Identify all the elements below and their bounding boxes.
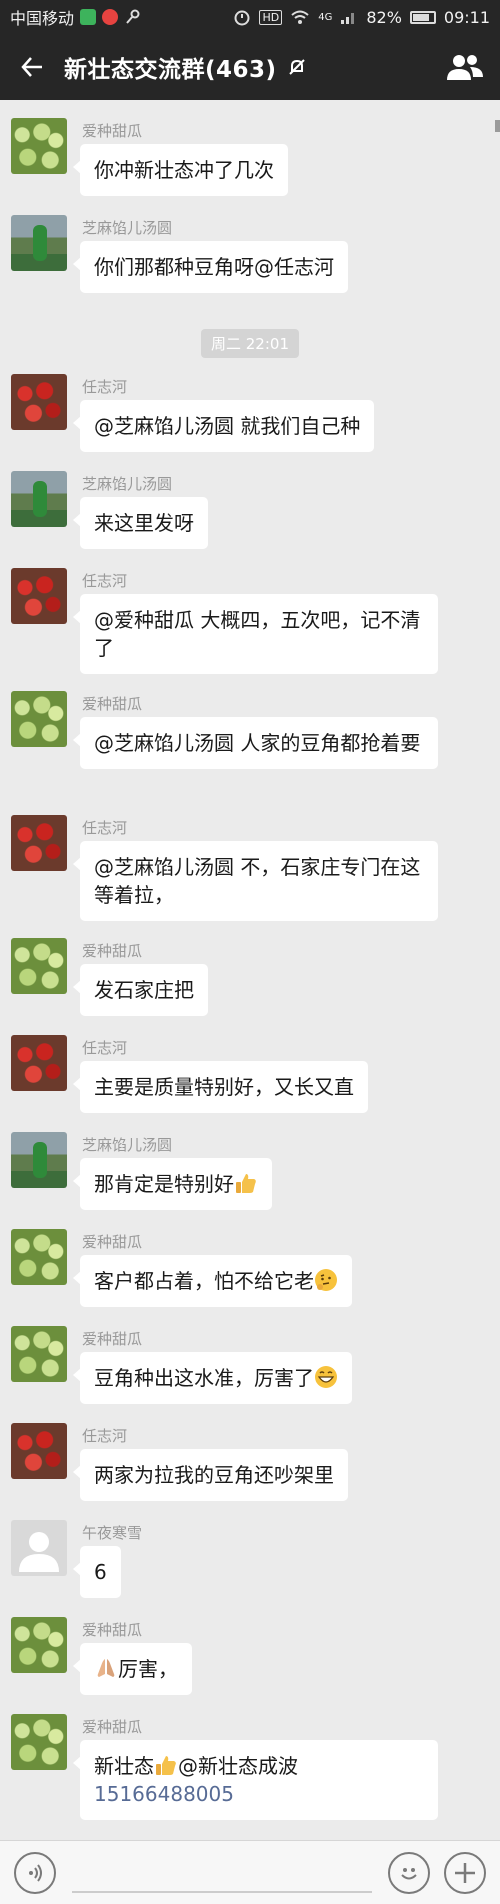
more-options-button[interactable] [444,1851,486,1894]
sender-name: 爱种甜瓜 [82,1330,143,1348]
sender-name: 爱种甜瓜 [82,1718,143,1736]
emoji-button[interactable] [388,1851,430,1894]
strawberry-avatar[interactable] [11,568,67,624]
sender-name: 任志河 [82,378,128,396]
group-members-icon [447,55,483,80]
signal-type-label: 4G [318,11,333,23]
carrier-label: 中国移动 [10,9,75,28]
melon-avatar[interactable] [11,1326,67,1382]
sender-name: 爱种甜瓜 [82,695,143,713]
input-toolbar [0,1840,500,1904]
voice-input-button[interactable] [14,1851,56,1894]
message-bubble[interactable]: 厉害， [73,1643,192,1695]
sender-name: 爱种甜瓜 [82,942,143,960]
mute-bell-icon [288,59,305,75]
person-silhouette-icon [19,1532,59,1572]
message-bubble[interactable]: 你们那都种豆角呀@任志河 [73,241,348,293]
title-bar: 新壮态交流群(463) [0,34,500,100]
sender-name: 爱种甜瓜 [82,1621,143,1639]
message-bubble[interactable]: 来这里发呀 [73,497,208,549]
message-bubble[interactable]: @爱种甜瓜 大概四，五次吧，记不清了 [73,594,438,674]
app-notification-icon [80,9,97,25]
folded-hands-emoji-icon [97,1659,115,1677]
thinking-face-emoji-icon [315,1269,337,1291]
melon-avatar[interactable] [11,691,67,747]
group-info-button[interactable] [430,34,500,100]
sender-name: 任志河 [82,819,128,837]
sender-name: 芝麻馅儿汤圆 [82,219,173,237]
message-bubble[interactable]: 你冲新壮态冲了几次 [73,144,288,196]
back-button[interactable] [0,34,64,100]
melon-avatar[interactable] [11,1617,67,1673]
time-divider: 周二 22:01 [201,329,299,358]
message-text: 豆角种出这水准，厉害了 [94,1366,314,1390]
message-bubble[interactable]: 发石家庄把 [73,964,208,1016]
melon-avatar[interactable] [11,118,67,174]
back-arrow-icon [21,57,42,77]
plus-icon [455,1862,475,1883]
melon-avatar[interactable] [11,1714,67,1770]
sender-name: 芝麻馅儿汤圆 [82,475,173,493]
message-text: 客户都占着，怕不给它老 [94,1269,314,1293]
message-text: 厉害， [118,1657,178,1681]
message-bubble[interactable]: 那肯定是特别好 [73,1158,272,1210]
message-bubble[interactable]: 主要是质量特别好，又长又直 [73,1061,368,1113]
message-bubble[interactable]: 客户都占着，怕不给它老 [73,1255,352,1307]
thumbs-up-emoji-icon [156,1756,176,1775]
strawberry-avatar[interactable] [11,1035,67,1091]
message-bubble[interactable]: @芝麻馅儿汤圆 就我们自己种 [72,400,375,452]
message-bubble[interactable]: @芝麻馅儿汤圆 人家的豆角都抢着要 [73,717,438,769]
message-text: 那肯定是特别好 [94,1172,234,1196]
mention-text: @新壮态成波 [178,1754,298,1778]
strawberry-avatar[interactable] [11,374,67,430]
battery-icon [409,10,436,24]
thumbs-up-emoji-icon [236,1174,256,1193]
chat-message-list[interactable]: 爱种甜瓜 你冲新壮态冲了几次 芝麻馅儿汤圆 你们那都种豆角呀@任志河 周二 22… [0,100,500,1840]
sender-name: 芝麻馅儿汤圆 [82,1136,173,1154]
kid-avatar[interactable] [11,471,67,527]
alarm-icon [234,10,250,26]
sender-name: 爱种甜瓜 [82,122,143,140]
melon-avatar[interactable] [11,938,67,994]
message-input[interactable] [72,1853,372,1893]
message-bubble[interactable]: 两家为拉我的豆角还吵架里 [73,1449,348,1501]
weibo-notification-icon [102,9,119,25]
clock: 09:11 [443,7,490,27]
message-bubble[interactable]: @芝麻馅儿汤圆 不，石家庄专门在这等着拉， [73,841,438,921]
scrollbar[interactable] [495,120,500,132]
sender-name: 任志河 [82,1427,128,1445]
sender-name: 任志河 [82,572,128,590]
default-avatar[interactable] [11,1520,67,1576]
melon-avatar[interactable] [11,1229,67,1285]
sender-name: 任志河 [82,1039,128,1057]
kid-avatar[interactable] [11,1132,67,1188]
key-icon [126,9,140,24]
voice-icon [29,1863,42,1882]
chat-title: 新壮态交流群(463) [64,57,277,83]
message-bubble[interactable]: 6 [73,1546,121,1598]
wifi-icon [291,10,309,24]
sender-name: 午夜寒雪 [82,1524,143,1542]
smiley-icon [401,1867,417,1879]
strawberry-avatar[interactable] [11,1423,67,1479]
sender-name: 爱种甜瓜 [82,1233,143,1251]
status-bar: 中国移动 HD 4G 82% 09:11 [0,0,500,34]
phone-number-link[interactable]: 15166488005 [94,1782,234,1806]
battery-percent: 82% [366,7,402,27]
kid-avatar[interactable] [11,215,67,271]
signal-icon [341,13,355,24]
message-bubble[interactable]: 豆角种出这水准，厉害了 [73,1352,352,1404]
message-text: 新壮态 [94,1754,154,1778]
strawberry-avatar[interactable] [11,815,67,871]
hd-icon: HD [259,9,283,25]
message-bubble[interactable]: 新壮态 @新壮态成波 15166488005 [73,1740,438,1820]
grinning-face-emoji-icon [315,1366,337,1388]
